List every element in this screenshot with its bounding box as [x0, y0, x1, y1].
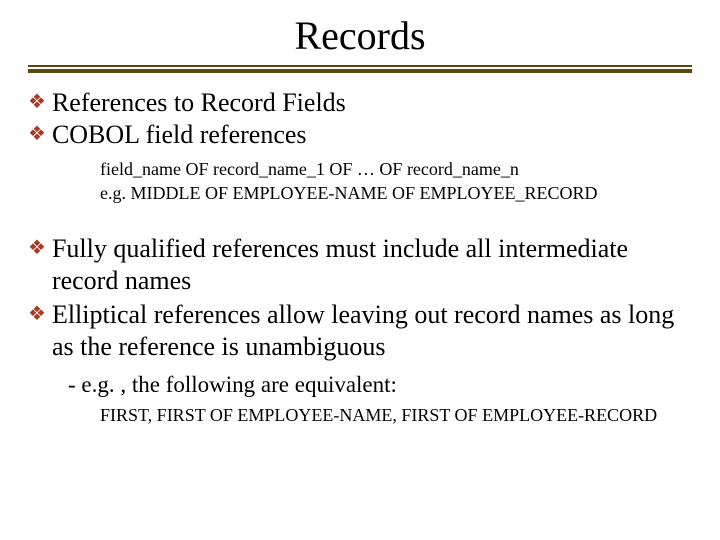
bullet-item: ❖ References to Record Fields: [28, 87, 692, 119]
bullet-item: ❖ Fully qualified references must includ…: [28, 233, 692, 297]
bullet-item: ❖ Elliptical references allow leaving ou…: [28, 299, 692, 363]
bullet-text: Fully qualified references must include …: [52, 233, 692, 297]
spacer: [28, 219, 692, 231]
slide: Records ❖ References to Record Fields ❖ …: [0, 0, 720, 540]
diamond-bullet-icon: ❖: [28, 233, 46, 263]
horizontal-rule: [28, 65, 692, 73]
sub-bullet-block: field_name OF record_name_1 OF … OF reco…: [100, 157, 692, 205]
diamond-bullet-icon: ❖: [28, 87, 46, 117]
bullet-text: Elliptical references allow leaving out …: [52, 299, 692, 363]
sub-bullet-line: FIRST, FIRST OF EMPLOYEE-NAME, FIRST OF …: [100, 403, 692, 427]
diamond-bullet-icon: ❖: [28, 299, 46, 329]
sub-line: e.g. MIDDLE OF EMPLOYEE-NAME OF EMPLOYEE…: [100, 181, 692, 205]
sub-bullet-line: - e.g. , the following are equivalent:: [68, 371, 692, 399]
sub-line: field_name OF record_name_1 OF … OF reco…: [100, 157, 692, 181]
bullet-text: References to Record Fields: [52, 87, 346, 119]
bullet-text: COBOL field references: [52, 119, 307, 151]
diamond-bullet-icon: ❖: [28, 119, 46, 149]
slide-title: Records: [28, 12, 692, 59]
bullet-item: ❖ COBOL field references: [28, 119, 692, 151]
